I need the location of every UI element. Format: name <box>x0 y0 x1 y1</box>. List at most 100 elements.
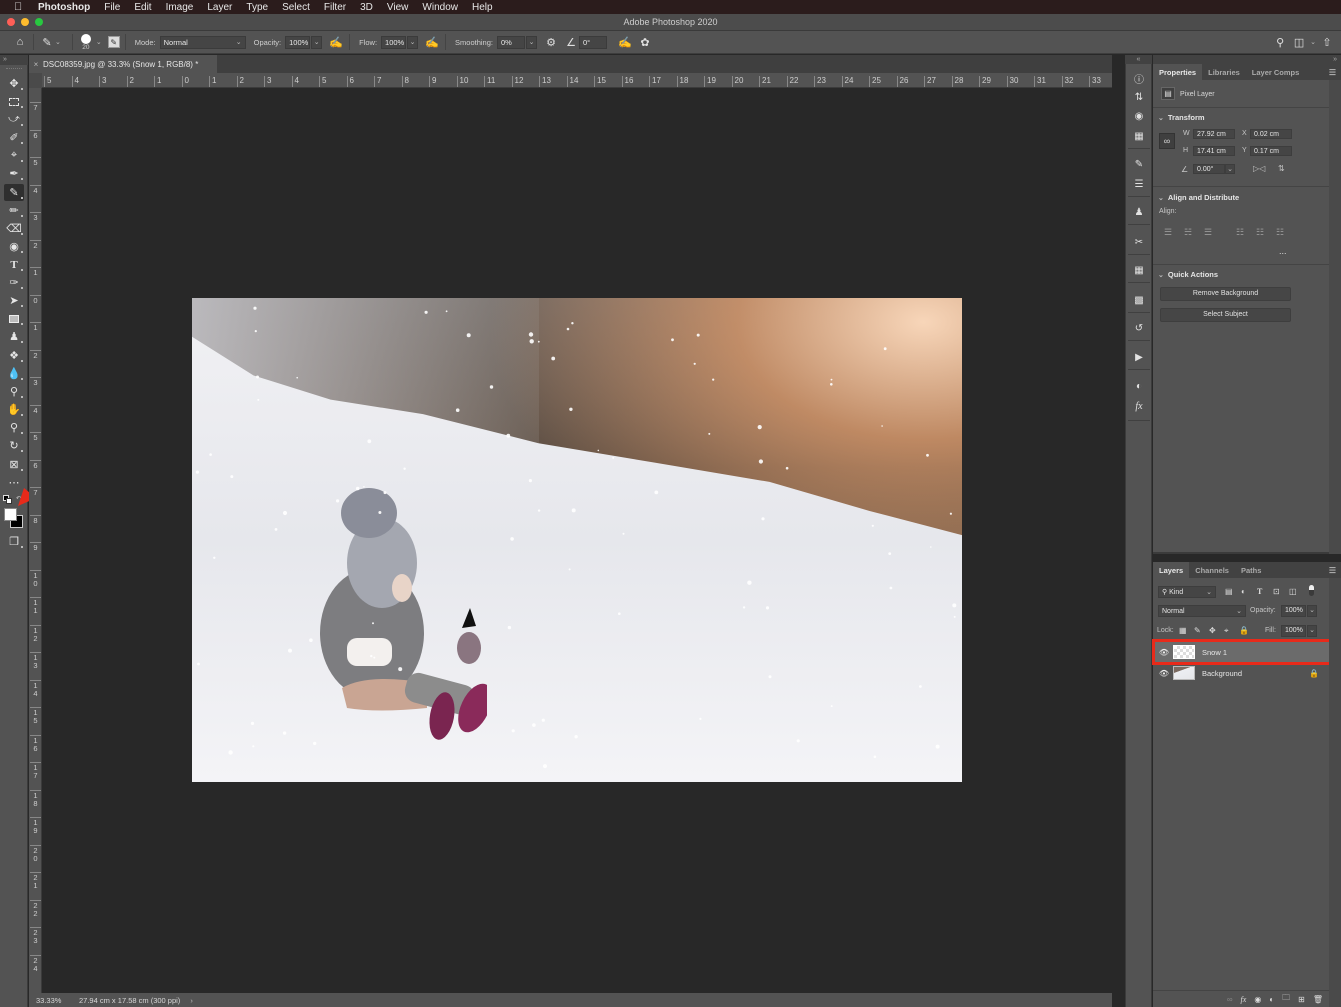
pressure-size-icon[interactable]: ✍ <box>617 34 633 50</box>
default-colors-icon[interactable] <box>3 495 12 504</box>
document-tab[interactable]: × DSC08359.jpg @ 33.3% (Snow 1, RGB/8) * <box>29 55 217 73</box>
collapse-toolbar-button[interactable]: » <box>0 55 28 65</box>
brush-preset-icon[interactable]: ✎ <box>39 34 55 50</box>
menu-3d[interactable]: 3D <box>360 2 373 13</box>
status-menu-arrow[interactable]: › <box>190 996 193 1005</box>
lasso-tool-icon[interactable]: ⤻ <box>4 111 24 128</box>
paint-bucket-tool-icon[interactable]: ◉ <box>4 238 24 255</box>
menu-view[interactable]: View <box>387 2 409 13</box>
filter-toggle-switch[interactable] <box>1309 585 1314 596</box>
x-position-input[interactable]: 0.02 cm <box>1250 129 1292 139</box>
blur-tool-icon[interactable]: 💧 <box>4 365 24 382</box>
menu-image[interactable]: Image <box>166 2 194 13</box>
opacity-dropdown-button[interactable]: ⌄ <box>311 35 323 49</box>
smoothing-input[interactable]: 0% <box>497 35 525 49</box>
clone-source-panel-icon[interactable]: ♟ <box>1130 204 1148 221</box>
foreground-color-swatch[interactable] <box>4 508 17 521</box>
panel-menu-icon[interactable]: ☰ <box>1329 64 1341 80</box>
dodge-tool-icon[interactable]: ⚲ <box>4 383 24 400</box>
zoom-tool-icon[interactable]: ⚲ <box>4 419 24 436</box>
flow-input[interactable]: 100% <box>381 35 407 49</box>
visibility-eye-icon[interactable]: 👁 <box>1158 669 1170 678</box>
align-top-edges-icon[interactable]: ☷ <box>1235 227 1245 237</box>
apple-menu-icon[interactable]:  <box>14 1 26 13</box>
delete-layer-trash-icon[interactable]: 🗑 <box>1313 995 1323 1004</box>
layer-lock-icon[interactable]: 🔒 <box>1309 669 1319 678</box>
menu-type[interactable]: Type <box>246 2 268 13</box>
home-icon[interactable]: ⌂ <box>12 34 28 50</box>
eraser-tool-icon[interactable]: ⌫ <box>4 220 24 237</box>
layer-opacity-input[interactable]: 100% <box>1281 605 1306 617</box>
pressure-opacity-icon[interactable]: ✍ <box>328 34 344 50</box>
brushes-panel-icon[interactable]: ✎ <box>1130 156 1148 173</box>
path-selection-tool-icon[interactable]: ➤ <box>4 292 24 309</box>
eyedropper-tool-icon[interactable]: ✒ <box>4 165 24 182</box>
transform-section-header[interactable]: ⌄ Transform <box>1158 113 1205 122</box>
patterns-panel-icon[interactable]: ▦ <box>1130 128 1148 145</box>
tab-properties[interactable]: Properties <box>1153 64 1203 80</box>
tab-layers[interactable]: Layers <box>1153 562 1190 578</box>
smoothing-dropdown-button[interactable]: ⌄ <box>526 35 537 49</box>
quick-selection-tool-icon[interactable]: ✐ <box>4 129 24 146</box>
gradients-panel-icon[interactable]: ▩ <box>1130 292 1148 309</box>
width-input[interactable]: 27.92 cm <box>1193 129 1235 139</box>
link-dimensions-icon[interactable]: ∞ <box>1159 133 1175 149</box>
filter-shape-layers-icon[interactable]: ⊡ <box>1273 587 1280 596</box>
menu-help[interactable]: Help <box>472 2 493 13</box>
history-brush-tool-icon[interactable]: ✏ <box>4 202 24 219</box>
mode-dropdown[interactable]: Normal ⌄ <box>159 35 246 49</box>
filter-adjustment-layers-icon[interactable]: ◐ <box>1241 587 1246 596</box>
brush-angle-input[interactable]: 0° <box>579 35 607 49</box>
collapse-panels-button[interactable]: « <box>1125 55 1152 64</box>
height-input[interactable]: 17.41 cm <box>1193 146 1235 156</box>
layer-opacity-dropdown[interactable]: ⌄ <box>1307 605 1317 617</box>
clone-stamp-tool-icon[interactable]: ♟ <box>4 328 24 345</box>
flip-vertical-icon[interactable]: ⇅ <box>1278 164 1285 173</box>
select-subject-button[interactable]: Select Subject <box>1160 308 1291 322</box>
menu-filter[interactable]: Filter <box>324 2 346 13</box>
filter-pixel-layers-icon[interactable]: ▤ <box>1225 587 1233 596</box>
new-adjustment-layer-icon[interactable]: ◐ <box>1269 995 1274 1004</box>
quick-actions-section-header[interactable]: ⌄ Quick Actions <box>1158 270 1218 279</box>
layer-row-background[interactable]: 👁 Background 🔒 <box>1153 663 1329 683</box>
chevron-down-icon[interactable]: ⌄ <box>55 38 61 46</box>
fill-input[interactable]: 100% <box>1281 625 1306 637</box>
brush-size-picker[interactable]: 20 <box>78 33 94 51</box>
brush-settings-panel-icon[interactable]: ✎ <box>107 36 120 48</box>
opacity-input[interactable]: 100% <box>285 35 311 49</box>
fill-dropdown[interactable]: ⌄ <box>1307 625 1317 637</box>
workspace-icon[interactable]: ◫ <box>1291 34 1307 50</box>
chevron-down-icon[interactable]: ⌄ <box>96 38 102 46</box>
align-horizontal-centers-icon[interactable]: ☵ <box>1183 227 1193 237</box>
close-document-icon[interactable]: × <box>29 60 43 69</box>
horizontal-ruler[interactable]: 5 4 3 2 1 0 1 2 3 4 5 6 7 8 9 10 11 12 13 14 15 16 17 18 19 20 21 2… <box>29 73 1112 88</box>
tool-presets-panel-icon[interactable]: ✂ <box>1130 234 1148 251</box>
align-vertical-centers-icon[interactable]: ☷ <box>1255 227 1265 237</box>
lock-position-icon[interactable]: ✥ <box>1209 626 1216 635</box>
canvas-area[interactable] <box>42 88 1112 993</box>
vertical-ruler[interactable]: 7654321012345678910111213141516171819202… <box>29 88 42 993</box>
brush-settings-panel-icon[interactable]: ☰ <box>1130 176 1148 193</box>
panel-grip[interactable] <box>6 68 22 70</box>
add-layer-mask-icon[interactable]: ◉ <box>1254 995 1261 1004</box>
layer-name[interactable]: Background <box>1202 669 1242 678</box>
y-position-input[interactable]: 0.17 cm <box>1250 146 1292 156</box>
type-tool-icon[interactable]: T <box>4 256 24 273</box>
color-panel-icon[interactable]: ⇅ <box>1130 89 1148 106</box>
info-panel-icon[interactable]: ⓘ <box>1130 70 1148 87</box>
menu-layer[interactable]: Layer <box>207 2 232 13</box>
actions-panel-icon[interactable]: ▶ <box>1130 349 1148 366</box>
history-panel-icon[interactable]: ↺ <box>1130 320 1148 337</box>
flow-dropdown-button[interactable]: ⌄ <box>407 35 419 49</box>
menu-app-photoshop[interactable]: Photoshop <box>38 2 90 13</box>
smoothing-options-gear-icon[interactable]: ⚙ <box>543 34 559 50</box>
align-right-edges-icon[interactable]: ☰ <box>1203 227 1213 237</box>
crop-tool-icon[interactable]: ⌖ <box>4 147 24 164</box>
lock-transparent-pixels-icon[interactable]: ▦ <box>1179 626 1187 635</box>
brush-tool-icon[interactable]: ✎ <box>4 184 24 201</box>
document-canvas-image[interactable] <box>192 298 962 782</box>
zoom-level[interactable]: 33.33% <box>29 996 79 1005</box>
align-distribute-section-header[interactable]: ⌄ Align and Distribute <box>1158 193 1239 202</box>
rectangle-tool-icon[interactable] <box>4 310 24 327</box>
share-icon[interactable]: ⇧ <box>1319 34 1335 50</box>
